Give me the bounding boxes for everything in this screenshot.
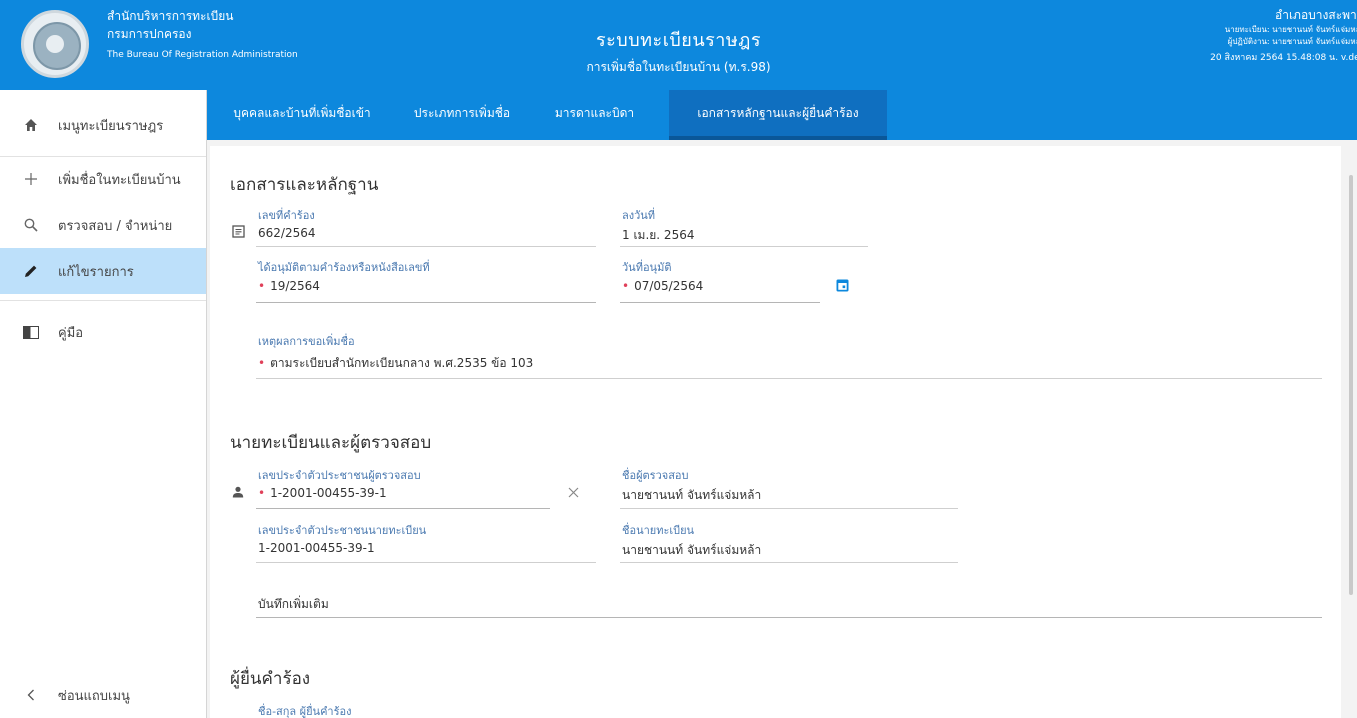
inspector-name-field: นายชานนท์ จันทร์แจ่มหล้า (622, 488, 762, 502)
document-icon (231, 224, 245, 238)
request-number-label: เลขที่คำร้อง (258, 209, 315, 222)
sidebar-divider (0, 300, 206, 301)
inspector-id-label: เลขประจำตัวประชาชนผู้ตรวจสอบ (258, 469, 421, 482)
sidebar-item-label: แก้ไขรายการ (58, 264, 134, 280)
notes-field[interactable]: บันทึกเพิ่มเติม (258, 595, 329, 614)
sidebar-collapse-label: ซ่อนแถบเมนู (58, 688, 130, 704)
tab-add-type[interactable]: ประเภทการเพิ่มชื่อ (397, 90, 527, 140)
sidebar-item-edit[interactable]: แก้ไขรายการ (0, 248, 206, 294)
reason-field[interactable]: • ตามระเบียบสำนักทะเบียนกลาง พ.ศ.2535 ข้อ… (258, 354, 533, 373)
section-title-applicant: ผู้ยื่นคำร้อง (230, 669, 311, 689)
pencil-icon (20, 264, 42, 278)
registrar-name-label: ชื่อนายทะเบียน (622, 524, 695, 537)
approval-date-label: วันที่อนุมัติ (622, 261, 672, 274)
operator-info: ผู้ปฏิบัติงาน: นายชานนท์ จันทร์แจ่มหล้า (1227, 37, 1357, 46)
system-title: ระบบทะเบียนราษฎร (595, 30, 762, 51)
registrar-id-label: เลขประจำตัวประชาชนนายทะเบียน (258, 524, 427, 537)
form-content: เอกสารและหลักฐาน เลขที่คำร้อง 662/2564 ล… (210, 146, 1341, 718)
sidebar-item-label: คู่มือ (58, 325, 84, 341)
applicant-name-label: ชื่อ-สกุล ผู้ยื่นคำร้อง (258, 705, 352, 718)
sidebar-item-manual[interactable]: คู่มือ (0, 309, 206, 355)
sidebar-item-label: ตรวจสอบ / จำหน่าย (58, 218, 173, 234)
chevron-left-icon (20, 689, 42, 701)
approval-date-field[interactable]: • 07/05/2564 (622, 279, 703, 293)
scrollbar[interactable] (1349, 175, 1353, 595)
inspector-id-field[interactable]: • 1-2001-00455-39-1 (258, 486, 387, 500)
calendar-icon[interactable] (834, 277, 850, 293)
sidebar-menu-home[interactable]: เมนูทะเบียนราษฎร (0, 102, 206, 148)
tab-parents[interactable]: มารดาและบิดา (527, 90, 662, 140)
tab-person-house[interactable]: บุคคลและบ้านที่เพิ่มชื่อเข้า (207, 90, 397, 140)
request-number-field[interactable]: 662/2564 (258, 226, 316, 240)
request-date-label: ลงวันที่ (622, 209, 656, 222)
registrar-info: นายทะเบียน: นายชานนท์ จันทร์แจ่มหล้า (1224, 25, 1357, 34)
section-title-documents: เอกสารและหลักฐาน (230, 175, 379, 195)
sidebar: เมนูทะเบียนราษฎร เพิ่มชื่อในทะเบียนบ้าน … (0, 90, 207, 718)
request-date-field[interactable]: 1 เม.ย. 2564 (622, 226, 694, 245)
approval-number-field[interactable]: • 19/2564 (258, 279, 320, 293)
tab-documents-applicant[interactable]: เอกสารหลักฐานและผู้ยื่นคำร้อง (669, 90, 887, 140)
sidebar-item-label: เพิ่มชื่อในทะเบียนบ้าน (58, 172, 181, 188)
plus-icon (20, 173, 42, 185)
clear-icon[interactable] (565, 484, 581, 500)
org-name-thai: สำนักบริหารการทะเบียน (107, 9, 234, 23)
registrar-id-field: 1-2001-00455-39-1 (258, 541, 375, 555)
session-datetime: 20 สิงหาคม 2564 15.48:08 น. v.dev (1210, 53, 1357, 63)
person-icon (231, 485, 245, 499)
registrar-name-field: นายชานนท์ จันทร์แจ่มหล้า (622, 543, 762, 557)
home-icon (20, 118, 42, 132)
section-title-registrar: นายทะเบียนและผู้ตรวจสอบ (230, 433, 432, 453)
sidebar-collapse-button[interactable]: ซ่อนแถบเมนู (0, 672, 206, 718)
approval-number-label: ได้อนุมัติตามคำร้องหรือหนังสือเลขที่ (258, 261, 430, 274)
inspector-name-label: ชื่อผู้ตรวจสอบ (622, 469, 689, 482)
reason-label: เหตุผลการขอเพิ่มชื่อ (258, 335, 355, 348)
system-subtitle: การเพิ่มชื่อในทะเบียนบ้าน (ท.ร.98) (586, 60, 771, 74)
sidebar-menu-title: เมนูทะเบียนราษฎร (58, 118, 164, 134)
office-name: อำเภอบางสะพาน (1275, 8, 1357, 22)
app-header: สำนักบริหารการทะเบียน กรมการปกครอง The B… (0, 0, 1357, 90)
search-icon (20, 218, 42, 232)
session-info: อำเภอบางสะพาน นายทะเบียน: นายชานนท์ จันท… (1210, 6, 1357, 66)
tab-bar: บุคคลและบ้านที่เพิ่มชื่อเข้า ประเภทการเพ… (207, 90, 1357, 140)
sidebar-item-add-name[interactable]: เพิ่มชื่อในทะเบียนบ้าน (0, 156, 206, 202)
sidebar-item-inspect[interactable]: ตรวจสอบ / จำหน่าย (0, 202, 206, 248)
book-icon (20, 325, 42, 339)
